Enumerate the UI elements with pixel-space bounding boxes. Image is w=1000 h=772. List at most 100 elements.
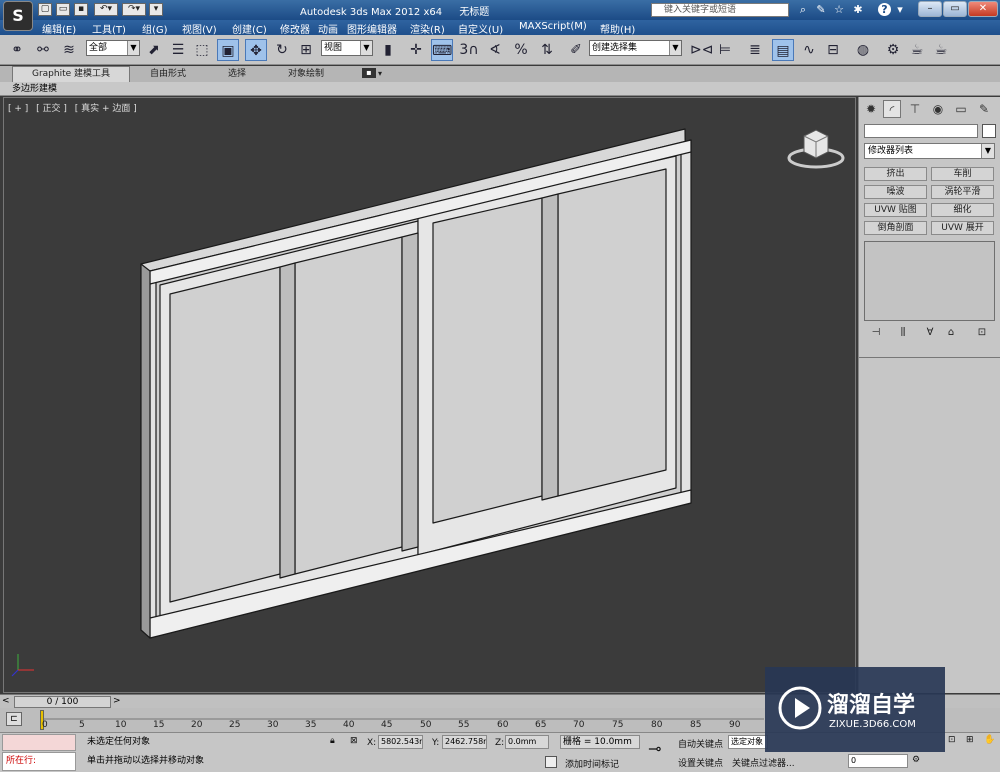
window-3d-model[interactable] — [4, 98, 856, 693]
tessellate-button[interactable]: 细化 — [931, 203, 994, 217]
menu-help[interactable]: 帮助(H) — [600, 21, 635, 36]
edit-named-selection-icon[interactable]: ✐ — [565, 39, 587, 61]
material-editor-icon[interactable]: ◍ — [852, 39, 874, 61]
noise-button[interactable]: 噪波 — [864, 185, 927, 199]
key-filters-button[interactable]: 关键点过滤器... — [732, 756, 795, 769]
close-button[interactable]: ✕ — [968, 1, 998, 17]
maxscript-line-box[interactable]: 所在行: — [2, 752, 76, 771]
help-dropdown-icon[interactable]: ▾ — [893, 3, 907, 16]
time-slider[interactable]: 0 / 100 — [14, 696, 111, 708]
zoom-all-icon[interactable]: ⊞ — [966, 735, 974, 745]
menu-maxscript[interactable]: MAXScript(M) — [519, 21, 587, 32]
ribbon-options-icon[interactable]: ▪ — [362, 68, 376, 78]
lock-selection-icon[interactable]: 🔒︎ — [330, 736, 335, 746]
star-icon[interactable]: ☆ — [832, 3, 846, 16]
tools-icon[interactable]: ✎ — [814, 3, 828, 16]
open-file-icon[interactable]: ▭ — [56, 3, 70, 16]
menu-edit[interactable]: 编辑(E) — [42, 21, 76, 36]
save-icon[interactable]: ▪ — [74, 3, 88, 16]
extrude-button[interactable]: 挤出 — [864, 167, 927, 181]
current-frame-field[interactable]: 0 — [848, 754, 908, 768]
remove-modifier-icon[interactable]: ⌂ — [942, 326, 960, 340]
binoculars-icon[interactable]: ⌕ — [796, 3, 810, 16]
select-object-icon[interactable]: ⬈ — [143, 39, 165, 61]
x-coordinate-field[interactable]: 5802.543m — [378, 735, 423, 749]
schematic-view-icon[interactable]: ⊟ — [822, 39, 844, 61]
utilities-tab-icon[interactable]: ✎ — [975, 100, 993, 118]
select-and-scale-icon[interactable]: ⊞ — [295, 39, 317, 61]
viewcube-icon[interactable] — [786, 122, 846, 172]
tab-selection[interactable]: 选择 — [228, 67, 246, 81]
object-color-swatch[interactable] — [982, 124, 996, 138]
motion-tab-icon[interactable]: ◉ — [929, 100, 947, 118]
object-name-field[interactable] — [864, 124, 978, 138]
angle-snap-icon[interactable]: ∢ — [484, 39, 506, 61]
ribbon-dropdown-icon[interactable]: ▾ — [378, 67, 382, 81]
show-end-result-icon[interactable]: ⫼ — [894, 326, 912, 340]
display-tab-icon[interactable]: ▭ — [952, 100, 970, 118]
maximize-button[interactable]: ▭ — [943, 1, 967, 17]
pin-stack-icon[interactable]: ⊣ — [867, 326, 885, 340]
bevel-profile-button[interactable]: 倒角剖面 — [864, 221, 927, 235]
select-and-rotate-icon[interactable]: ↻ — [271, 39, 293, 61]
rendered-frame-icon[interactable]: ☕ — [906, 39, 928, 61]
percent-snap-icon[interactable]: % — [510, 39, 532, 61]
add-time-tag-button[interactable]: 添加时间标记 — [565, 757, 619, 770]
modify-tab-icon[interactable]: ◜ — [883, 100, 901, 118]
pan-icon[interactable]: ✋ — [984, 735, 995, 745]
minimize-button[interactable]: – — [918, 1, 942, 17]
align-icon[interactable]: ⊨ — [714, 39, 736, 61]
time-tag-icon[interactable] — [545, 756, 557, 768]
info-icon[interactable]: ✱ — [851, 3, 865, 16]
uvw-map-button[interactable]: UVW 贴图 — [864, 203, 927, 217]
polygon-modeling-label[interactable]: 多边形建模 — [12, 82, 57, 96]
spinner-snap-icon[interactable]: ⇅ — [536, 39, 558, 61]
menu-rendering[interactable]: 渲染(R) — [410, 21, 445, 36]
snap-toggle-icon[interactable]: 3∩ — [458, 39, 480, 61]
unwrap-uvw-button[interactable]: UVW 展开 — [931, 221, 994, 235]
prev-frame-icon[interactable]: < — [2, 696, 10, 706]
time-config-icon[interactable]: ⚙ — [912, 755, 920, 765]
absolute-mode-icon[interactable]: ⊠ — [350, 736, 358, 746]
modifier-list-dropdown[interactable]: 修改器列表 ▼ — [864, 143, 995, 159]
mirror-icon[interactable]: ⊳⊲ — [690, 39, 713, 61]
make-unique-icon[interactable]: ∀ — [921, 326, 939, 340]
viewport-ortho[interactable]: [ + ] [ 正交 ] [ 真实 + 边面 ] — [3, 97, 856, 693]
graphite-toggle-icon[interactable]: ▤ — [772, 39, 794, 61]
render-setup-icon[interactable]: ⚙ — [882, 39, 904, 61]
pivot-center-icon[interactable]: ▮ — [377, 39, 399, 61]
menu-animation[interactable]: 动画 — [318, 21, 338, 36]
zoom-extents-icon[interactable]: ⊡ — [948, 735, 956, 745]
y-coordinate-field[interactable]: 2462.758m — [442, 735, 487, 749]
menu-graph-editors[interactable]: 图形编辑器 — [347, 21, 397, 36]
menu-create[interactable]: 创建(C) — [232, 21, 267, 36]
hierarchy-tab-icon[interactable]: ⊤ — [906, 100, 924, 118]
maxscript-listener-mini[interactable] — [2, 734, 76, 751]
key-mode-dropdown[interactable]: 选定对象 — [728, 735, 768, 749]
menu-modifiers[interactable]: 修改器 — [280, 21, 310, 36]
z-coordinate-field[interactable]: 0.0mm — [505, 735, 549, 749]
undo-icon[interactable]: ↶▾ — [94, 3, 118, 16]
quick-access-dropdown-icon[interactable]: ▾ — [149, 3, 163, 16]
auto-key-button[interactable]: 自动关键点 — [678, 737, 723, 750]
app-logo-icon[interactable]: S — [3, 1, 33, 31]
named-selection-dropdown[interactable]: 创建选择集 ▼ — [589, 40, 682, 56]
configure-modifier-sets-icon[interactable]: ⊡ — [973, 326, 991, 340]
curve-editor-icon[interactable]: ∿ — [798, 39, 820, 61]
new-file-icon[interactable]: ▢ — [38, 3, 52, 16]
menu-views[interactable]: 视图(V) — [182, 21, 217, 36]
tab-freeform[interactable]: 自由形式 — [150, 67, 186, 81]
search-input[interactable]: 键入关键字或短语 — [651, 3, 789, 17]
unlink-icon[interactable]: ⚯ — [32, 39, 54, 61]
modifier-stack[interactable] — [864, 241, 995, 321]
keyboard-shortcut-override-icon[interactable]: ⌨ — [431, 39, 453, 61]
link-icon[interactable]: ⚭ — [6, 39, 28, 61]
next-frame-icon[interactable]: > — [113, 696, 121, 706]
set-key-icon[interactable]: ⊸ — [648, 739, 661, 758]
window-crossing-icon[interactable]: ▣ — [217, 39, 239, 61]
bind-space-warp-icon[interactable]: ≋ — [58, 39, 80, 61]
select-manipulate-icon[interactable]: ✛ — [405, 39, 427, 61]
help-icon[interactable]: ? — [878, 3, 891, 16]
tab-object-paint[interactable]: 对象绘制 — [288, 67, 324, 81]
select-by-name-icon[interactable]: ☰ — [167, 39, 189, 61]
